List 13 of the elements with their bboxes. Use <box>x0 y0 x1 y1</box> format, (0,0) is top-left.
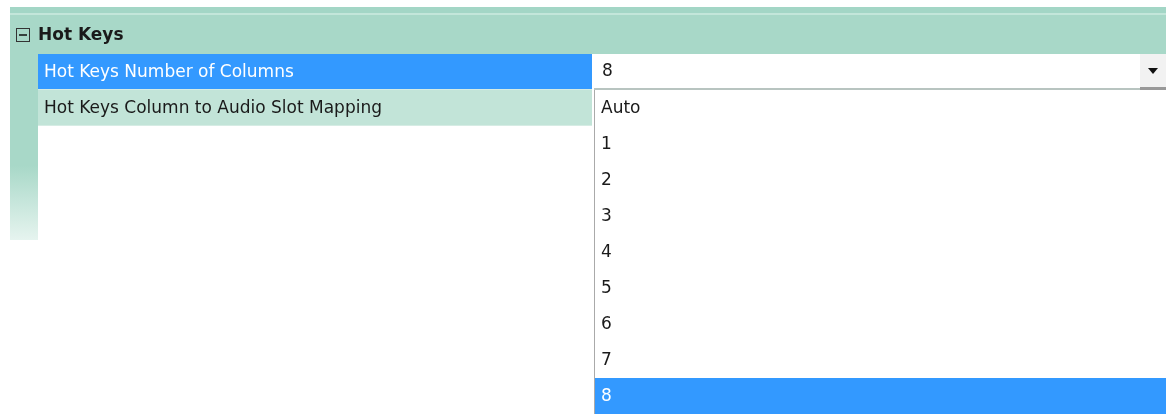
collapse-icon[interactable] <box>16 27 30 42</box>
dropdown-option[interactable]: 6 <box>595 306 1166 342</box>
dropdown-option[interactable]: 1 <box>595 126 1166 162</box>
dropdown-option[interactable]: Auto <box>595 90 1166 126</box>
dropdown-option[interactable]: 2 <box>595 162 1166 198</box>
caret-icon <box>1147 66 1159 75</box>
dropdown-option[interactable]: 3 <box>595 198 1166 234</box>
category-title: Hot Keys <box>38 22 124 46</box>
dropdown-option[interactable]: 4 <box>595 234 1166 270</box>
dropdown-option[interactable]: 7 <box>595 342 1166 378</box>
dropdown-button[interactable] <box>1140 54 1166 90</box>
property-name[interactable]: Hot Keys Column to Audio Slot Mapping <box>38 90 592 126</box>
dropdown-option[interactable]: 5 <box>595 270 1166 306</box>
